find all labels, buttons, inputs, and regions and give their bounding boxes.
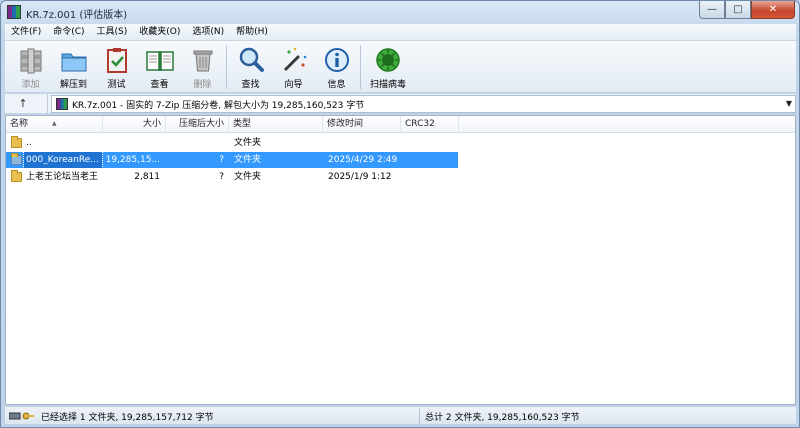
folder-icon [11, 153, 22, 165]
address-separator [47, 94, 48, 114]
folder-extract-icon [59, 45, 89, 75]
magic-wand-icon [279, 45, 309, 75]
menu-tools[interactable]: 工具(S) [91, 24, 134, 41]
table-row[interactable]: 000_KoreanRe... 19,285,15... ? 文件夹 2025/… [6, 151, 458, 169]
file-size [104, 135, 160, 151]
menu-favorites[interactable]: 收藏夹(O) [133, 24, 186, 41]
open-book-icon [145, 45, 175, 75]
file-modified: 2025/4/29 2:49 [328, 155, 398, 165]
column-header-size[interactable]: 大小 [103, 116, 166, 133]
table-row[interactable]: .. 文件夹 [6, 135, 458, 151]
menu-bar: 文件(F) 命令(C) 工具(S) 收藏夹(O) 选项(N) 帮助(H) [5, 24, 796, 41]
menu-file[interactable]: 文件(F) [5, 24, 47, 41]
trash-can-icon [188, 45, 218, 75]
column-header-type[interactable]: 类型 [229, 116, 323, 133]
minimize-button[interactable]: — [699, 1, 725, 19]
file-type: 文件夹 [234, 138, 262, 148]
maximize-button[interactable]: □ [725, 1, 751, 19]
toolbar-separator [226, 45, 227, 89]
file-packed: ? [219, 155, 224, 165]
file-packed: ? [219, 172, 224, 182]
menu-commands[interactable]: 命令(C) [47, 24, 90, 41]
column-header-packed[interactable]: 压缩后大小 [166, 116, 229, 133]
column-header-row: 名称 ▲ 大小 压缩后大小 类型 修改时间 CRC32 [6, 116, 795, 133]
folder-up-icon [11, 136, 22, 148]
window-title: KR.7z.001 (评估版本) [26, 10, 128, 21]
file-list[interactable]: 名称 ▲ 大小 压缩后大小 类型 修改时间 CRC32 .. 文件夹 000_K… [5, 115, 796, 405]
virus-scan-label: 扫描病毒 [369, 80, 406, 90]
file-type: 文件夹 [234, 155, 262, 165]
address-field[interactable]: KR.7z.001 - 固实的 7-Zip 压缩分卷, 解包大小为 19,285… [51, 95, 796, 113]
archive-icon [56, 98, 68, 110]
title-bar[interactable]: KR.7z.001 (评估版本) — □ ✕ [1, 1, 799, 23]
delete-button[interactable]: 删除 [181, 41, 224, 93]
sort-arrow-icon: ▲ [52, 120, 57, 127]
toolbar-separator [360, 45, 361, 89]
address-text: KR.7z.001 - 固实的 7-Zip 压缩分卷, 解包大小为 19,285… [72, 101, 365, 111]
app-window: KR.7z.001 (评估版本) — □ ✕ 文件(F) 命令(C) 工具(S)… [0, 0, 800, 428]
column-header-modified[interactable]: 修改时间 [323, 116, 401, 133]
info-button[interactable]: 信息 [315, 41, 358, 93]
info-label: 信息 [327, 80, 346, 90]
extract-to-label: 解压到 [59, 80, 87, 90]
folder-icon [11, 170, 22, 182]
wizard-button[interactable]: 向导 [272, 41, 315, 93]
status-total: 总计 2 文件夹, 19,285,160,523 字节 [425, 413, 580, 423]
column-name-label: 名称 [10, 119, 29, 129]
file-name: 000_KoreanRe... [23, 151, 103, 169]
extract-to-button[interactable]: 解压到 [52, 41, 95, 93]
key-drive-icon [8, 411, 35, 421]
file-name: 上老王论坛当老王 [26, 172, 99, 182]
archive-add-icon [16, 45, 46, 75]
file-size: 2,811 [134, 172, 160, 182]
clipboard-check-icon [102, 45, 132, 75]
file-packed [166, 135, 224, 151]
status-bar: 已经选择 1 文件夹, 19,285,157,712 字节 总计 2 文件夹, … [5, 406, 796, 424]
close-button[interactable]: ✕ [751, 1, 795, 19]
file-size: 19,285,15... [105, 155, 160, 165]
view-label: 查看 [150, 80, 169, 90]
magnifier-icon [236, 45, 266, 75]
view-button[interactable]: 查看 [138, 41, 181, 93]
find-button[interactable]: 查找 [229, 41, 272, 93]
add-button[interactable]: 添加 [9, 41, 52, 93]
address-bar: ↑ KR.7z.001 - 固实的 7-Zip 压缩分卷, 解包大小为 19,2… [5, 94, 796, 114]
menu-options[interactable]: 选项(N) [186, 24, 230, 41]
add-label: 添加 [21, 80, 40, 90]
test-button[interactable]: 测试 [95, 41, 138, 93]
file-name: .. [26, 138, 32, 148]
delete-label: 删除 [193, 80, 212, 90]
status-selection: 已经选择 1 文件夹, 19,285,157,712 字节 [41, 413, 214, 423]
test-label: 测试 [107, 80, 126, 90]
winrar-app-icon[interactable] [7, 5, 21, 19]
table-row[interactable]: 上老王论坛当老王 2,811 ? 文件夹 2025/1/9 1:12 [6, 169, 458, 185]
status-divider [419, 408, 420, 424]
toolbar: 添加 解压到 测试 查看 删除 查找 向导 信息 扫描病毒 [5, 41, 796, 93]
column-header-crc[interactable]: CRC32 [401, 116, 459, 133]
file-modified: 2025/1/9 1:12 [328, 172, 392, 182]
virus-scan-button[interactable]: 扫描病毒 [363, 41, 413, 93]
virus-bug-icon [373, 45, 403, 75]
window-controls: — □ ✕ [699, 1, 795, 19]
file-modified [328, 135, 408, 151]
file-type: 文件夹 [234, 172, 262, 182]
up-arrow-icon[interactable]: ↑ [15, 96, 31, 112]
column-header-name[interactable]: 名称 ▲ [6, 116, 103, 133]
info-icon [322, 45, 352, 75]
menu-help[interactable]: 帮助(H) [230, 24, 274, 41]
find-label: 查找 [241, 80, 260, 90]
wizard-label: 向导 [284, 80, 303, 90]
dropdown-arrow-icon[interactable]: ▼ [786, 99, 792, 108]
